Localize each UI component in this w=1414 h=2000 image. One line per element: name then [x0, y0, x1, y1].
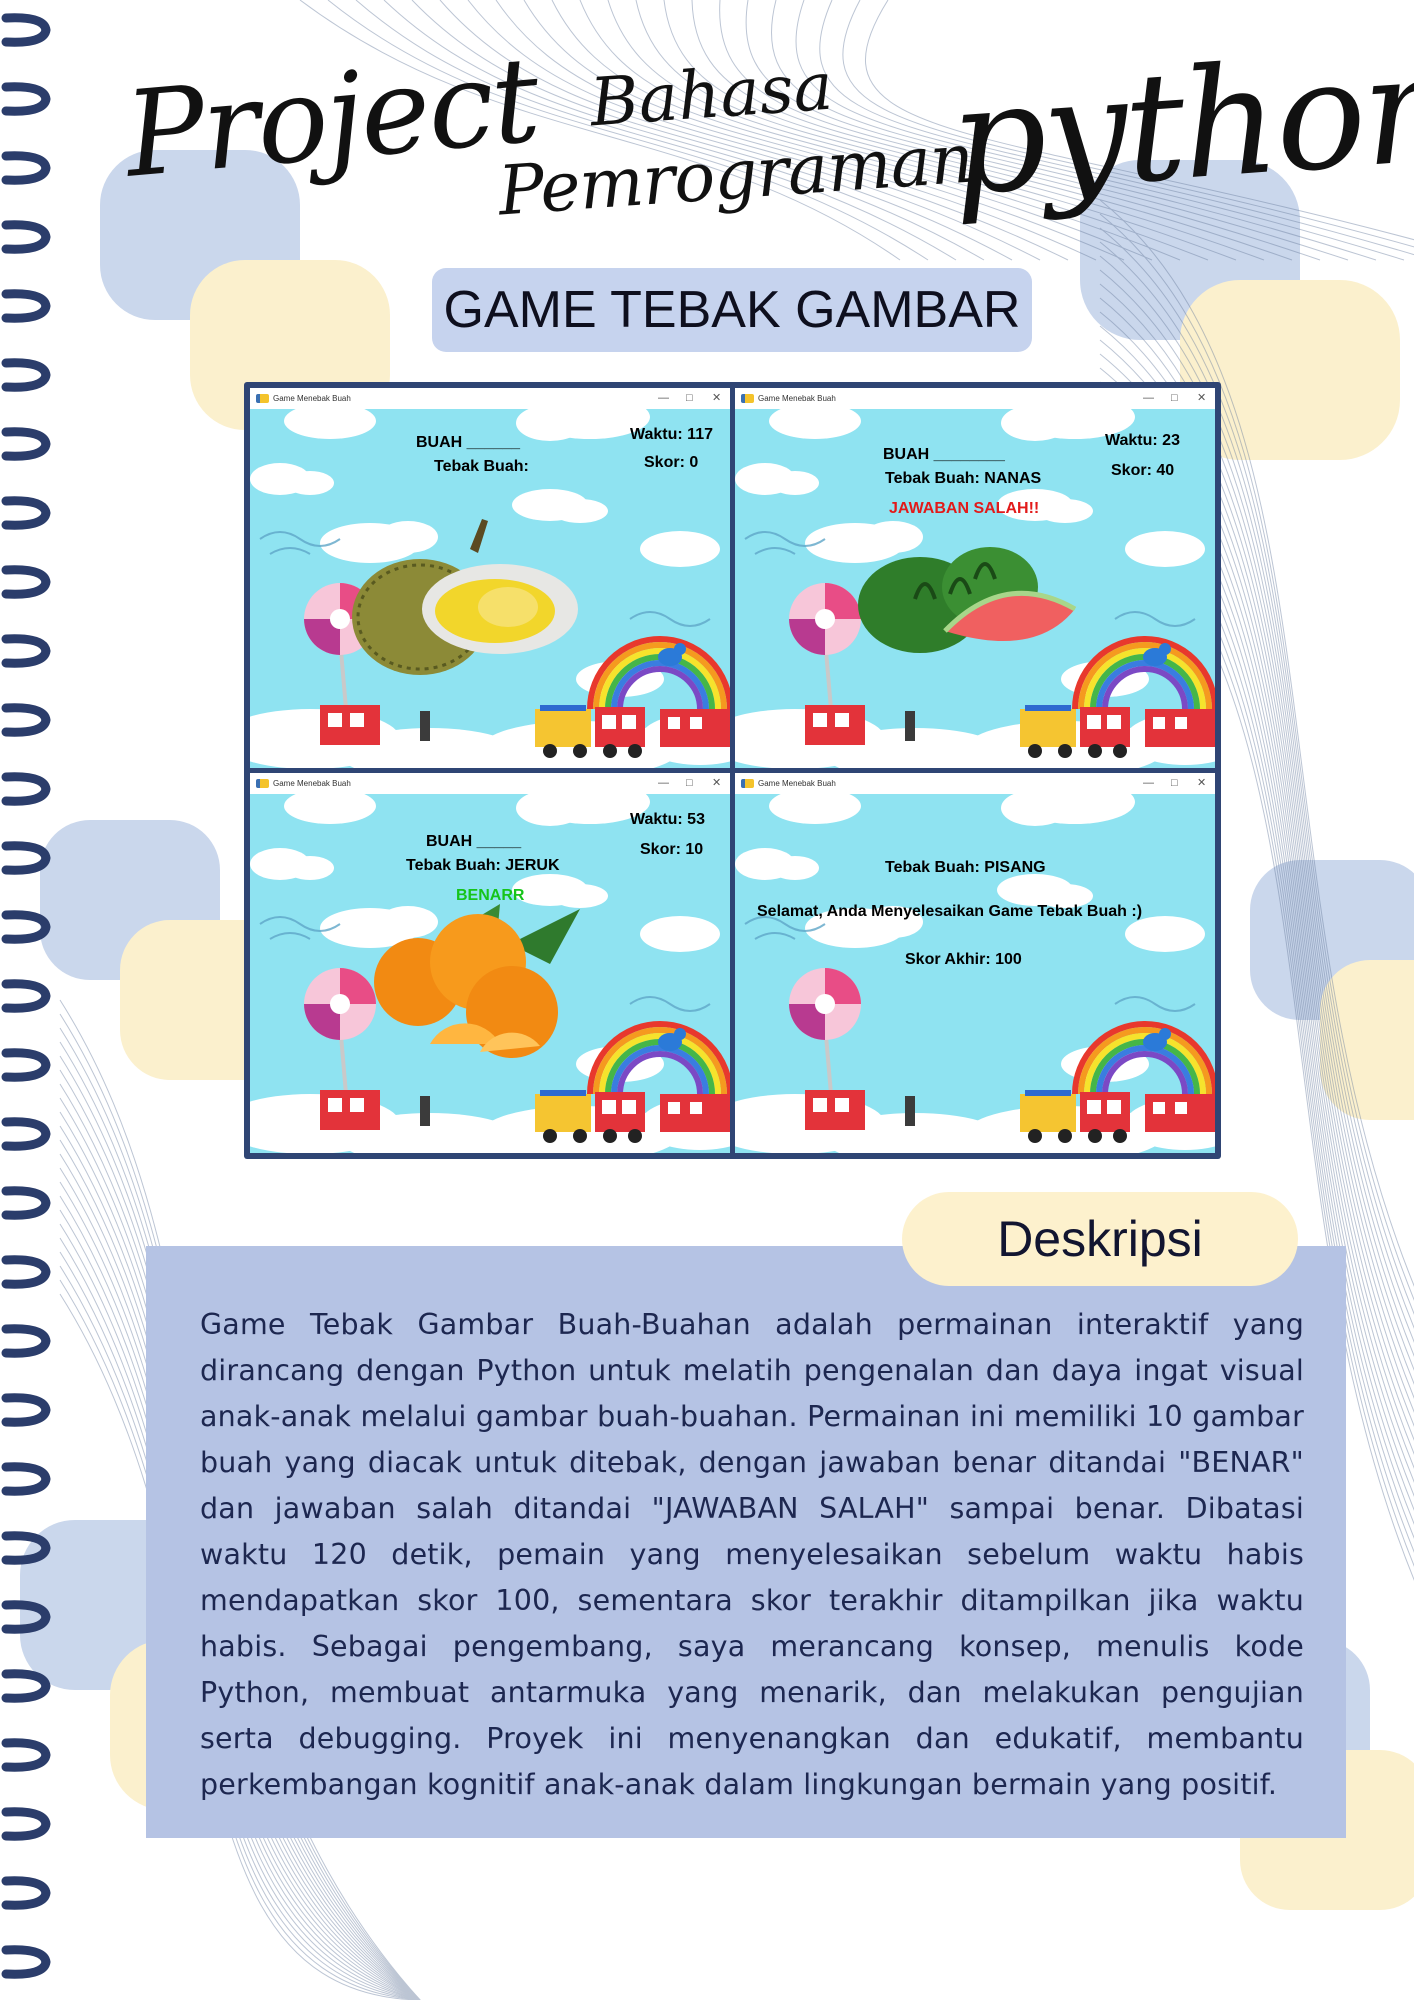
- python-icon: [741, 394, 754, 403]
- game-title: GAME TEBAK GAMBAR: [432, 268, 1032, 352]
- close-icon[interactable]: ✕: [712, 777, 721, 789]
- binding-ring: [1, 1807, 51, 1841]
- close-icon[interactable]: ✕: [1197, 777, 1206, 789]
- binding-ring: [1, 1393, 51, 1427]
- header-word-python: python: [944, 20, 1414, 230]
- window-title: Game Menebak Buah: [273, 779, 351, 788]
- window-title-bar: Game Menebak Buah — □ ✕: [250, 388, 730, 409]
- window-title: Game Menebak Buah: [273, 394, 351, 403]
- binding-ring: [1, 1324, 51, 1358]
- binding-ring: [1, 979, 51, 1013]
- timer-label: Waktu: 53: [630, 811, 705, 828]
- description-body: Game Tebak Gambar Buah-Buahan adalah per…: [200, 1308, 1304, 1801]
- binding-ring: [1, 289, 51, 323]
- binding-ring: [1, 772, 51, 806]
- binding-ring: [1, 496, 51, 530]
- guess-label: Tebak Buah:: [434, 458, 529, 475]
- binding-ring: [1, 358, 51, 392]
- game-window-2: Game Menebak Buah — □ ✕ Waktu: 23 Skor: …: [735, 388, 1215, 768]
- binding-ring: [1, 1048, 51, 1082]
- header-word-project: Project: [119, 30, 544, 204]
- window-title-bar: Game Menebak Buah — □ ✕: [735, 388, 1215, 409]
- guess-label: Tebak Buah: NANAS: [885, 470, 1042, 487]
- final-score-label: Skor Akhir: 100: [905, 951, 1022, 968]
- binding-ring: [1, 703, 51, 737]
- binding-ring: [1, 151, 51, 185]
- binding-ring: [1, 1255, 51, 1289]
- maximize-icon[interactable]: □: [1171, 777, 1178, 789]
- feedback-wrong-label: JAWABAN SALAH!!: [889, 500, 1040, 517]
- python-icon: [256, 394, 269, 403]
- binding-ring: [1, 1600, 51, 1634]
- binding-ring: [1, 841, 51, 875]
- fruit-hint-label: BUAH ________: [883, 446, 1005, 463]
- fruit-hint-label: BUAH ______: [416, 434, 521, 451]
- game-window-4: Game Menebak Buah — □ ✕ Tebak Buah: PISA…: [735, 773, 1215, 1153]
- window-title: Game Menebak Buah: [758, 779, 836, 788]
- binding-ring: [1, 1462, 51, 1496]
- python-icon: [741, 779, 754, 788]
- screenshot-grid: Game Menebak Buah — □ ✕ Waktu: 117 Skor:…: [244, 382, 1221, 1159]
- feedback-correct-label: BENARR: [456, 887, 525, 904]
- maximize-icon[interactable]: □: [686, 392, 693, 404]
- window-title-bar: Game Menebak Buah — □ ✕: [735, 773, 1215, 794]
- binding-ring: [1, 1531, 51, 1565]
- game-window-3: Game Menebak Buah — □ ✕ Waktu: 53 Skor: …: [250, 773, 730, 1153]
- binding-ring: [1, 1117, 51, 1151]
- description-heading: Deskripsi: [902, 1192, 1298, 1286]
- binding-ring: [1, 1738, 51, 1772]
- score-label: Skor: 40: [1111, 462, 1175, 479]
- maximize-icon[interactable]: □: [1171, 392, 1178, 404]
- minimize-icon[interactable]: —: [1143, 777, 1154, 789]
- binding-ring: [1, 427, 51, 461]
- timer-label: Waktu: 23: [1105, 432, 1180, 449]
- guess-label: Tebak Buah: PISANG: [885, 859, 1046, 876]
- binding-ring: [1, 910, 51, 944]
- close-icon[interactable]: ✕: [712, 392, 721, 404]
- completion-message: Selamat, Anda Menyelesaikan Game Tebak B…: [757, 903, 1143, 920]
- minimize-icon[interactable]: —: [658, 777, 669, 789]
- binding-ring: [1, 13, 51, 47]
- binding-ring: [1, 82, 51, 116]
- timer-label: Waktu: 117: [630, 426, 713, 443]
- header-word-bahasa: Bahasa: [587, 47, 836, 142]
- spiral-binding: [1, 13, 51, 1979]
- window-title-bar: Game Menebak Buah — □ ✕: [250, 773, 730, 794]
- score-label: Skor: 0: [644, 454, 699, 471]
- minimize-icon[interactable]: —: [658, 392, 669, 404]
- window-title: Game Menebak Buah: [758, 394, 836, 403]
- python-icon: [256, 779, 269, 788]
- binding-ring: [1, 1186, 51, 1220]
- minimize-icon[interactable]: —: [1143, 392, 1154, 404]
- binding-ring: [1, 1669, 51, 1703]
- score-label: Skor: 10: [640, 841, 704, 858]
- binding-ring: [1, 220, 51, 254]
- game-background: [735, 794, 1215, 1153]
- maximize-icon[interactable]: □: [686, 777, 693, 789]
- binding-ring: [1, 634, 51, 668]
- binding-ring: [1, 1876, 51, 1910]
- fruit-hint-label: BUAH _____: [426, 833, 522, 850]
- guess-label: Tebak Buah: JERUK: [406, 857, 560, 874]
- close-icon[interactable]: ✕: [1197, 392, 1206, 404]
- game-window-1: Game Menebak Buah — □ ✕ Waktu: 117 Skor:…: [250, 388, 730, 768]
- binding-ring: [1, 565, 51, 599]
- binding-ring: [1, 1945, 51, 1979]
